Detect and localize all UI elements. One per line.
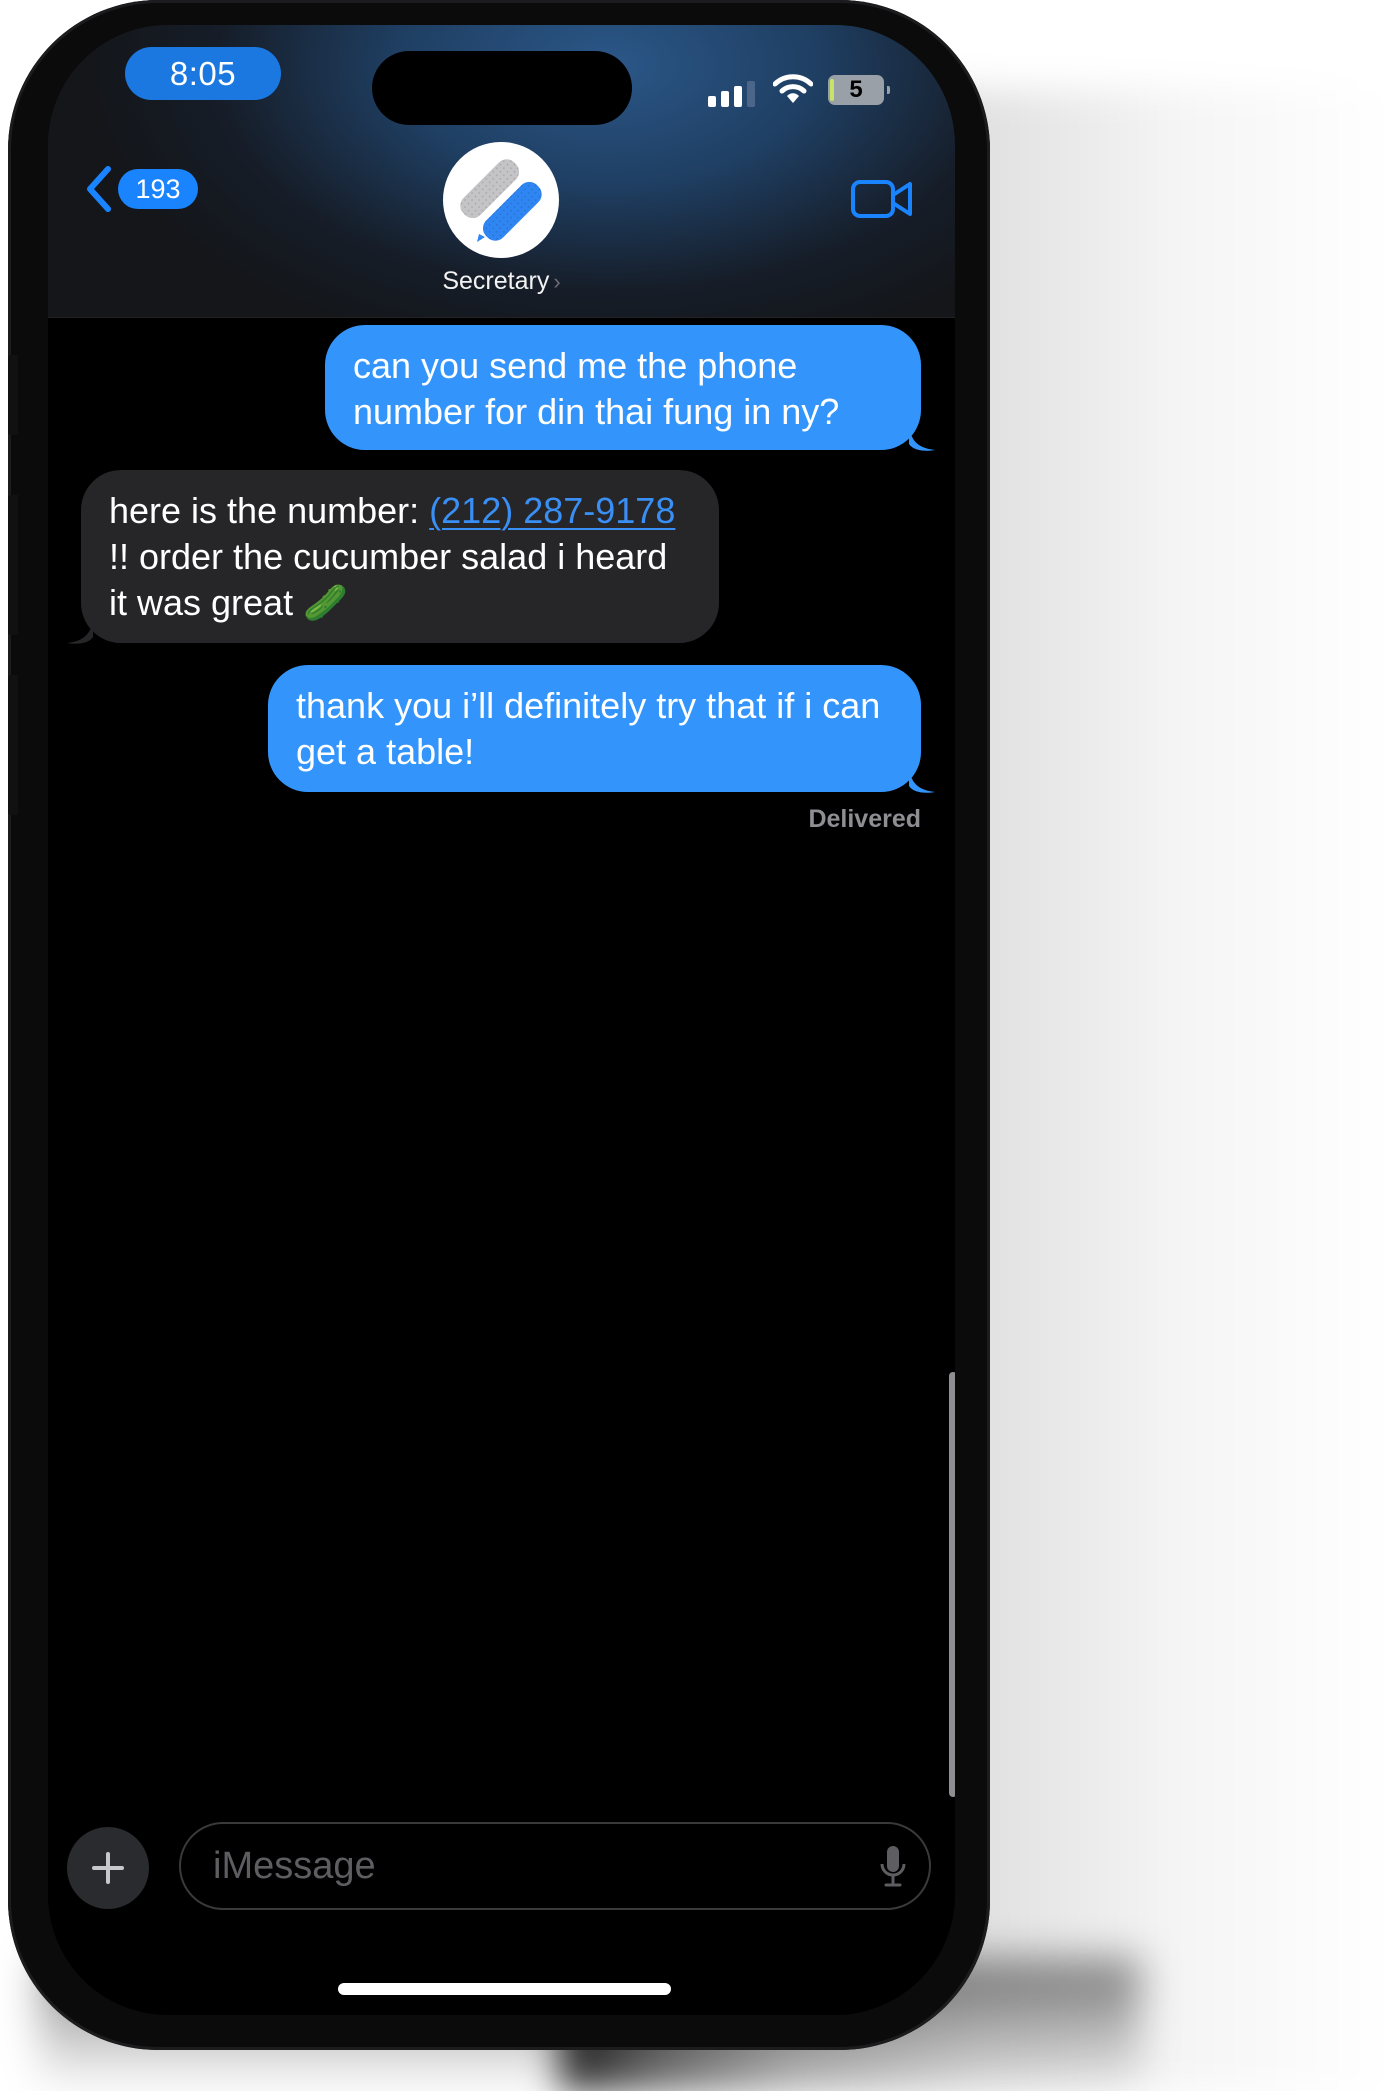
message-text: thank you i’ll definitely try that if i … (296, 685, 881, 772)
bubble-tail (909, 768, 935, 793)
message-bubble-outgoing[interactable]: can you send me the phone number for din… (325, 325, 935, 451)
chevron-left-icon (87, 166, 111, 212)
message-bubble-incoming[interactable]: here is the number: (212) 287-9178 !! or… (67, 470, 719, 644)
apps-plus-button[interactable] (67, 1827, 149, 1909)
messages-screen: 8:05 5 193 Secretary › can you send me t… (48, 25, 955, 2015)
scrollbar[interactable] (949, 1372, 955, 1797)
cucumber-emoji: 🥒 (303, 582, 348, 623)
chevron-right-icon: › (553, 269, 561, 294)
battery-icon: 5 (828, 75, 890, 105)
secretary-logo-icon (460, 159, 542, 242)
back-button[interactable]: 193 (84, 165, 198, 213)
battery-percent: 5 (849, 76, 863, 103)
delivery-status: Delivered (808, 805, 921, 833)
message-text: !! order the cucumber salad i heard it w… (109, 536, 668, 623)
phone-number-link[interactable]: (212) 287-9178 (429, 490, 675, 531)
message-bubble-outgoing[interactable]: thank you i’ll definitely try that if i … (268, 665, 935, 793)
action-button (8, 355, 18, 435)
video-camera-icon (851, 180, 912, 218)
facetime-video-button[interactable] (850, 177, 914, 226)
contact-name: Secretary (442, 267, 550, 295)
cellular-signal-icon (708, 77, 758, 107)
contact-name-button[interactable]: Secretary › (48, 267, 955, 296)
home-indicator[interactable] (338, 1983, 671, 1995)
imessage-input[interactable] (211, 1843, 815, 1889)
volume-down-button (8, 675, 18, 815)
plus-icon (92, 1852, 124, 1884)
microphone-icon[interactable] (879, 1844, 907, 1890)
contact-avatar[interactable] (443, 142, 559, 258)
bubble-tail (909, 426, 935, 451)
phone-frame: 8:05 5 193 Secretary › can you send me t… (8, 0, 990, 2050)
dynamic-island (372, 51, 632, 125)
wifi-icon (773, 74, 813, 103)
volume-up-button (8, 495, 18, 635)
status-time: 8:05 (125, 47, 281, 100)
message-text: here is the number: (109, 490, 430, 531)
message-text: can you send me the phone number for din… (353, 345, 840, 432)
bubble-tail (67, 619, 93, 644)
unread-count-badge: 193 (118, 169, 198, 209)
message-composer[interactable] (179, 1822, 931, 1910)
conversation-header: 8:05 5 193 Secretary › (48, 25, 955, 318)
